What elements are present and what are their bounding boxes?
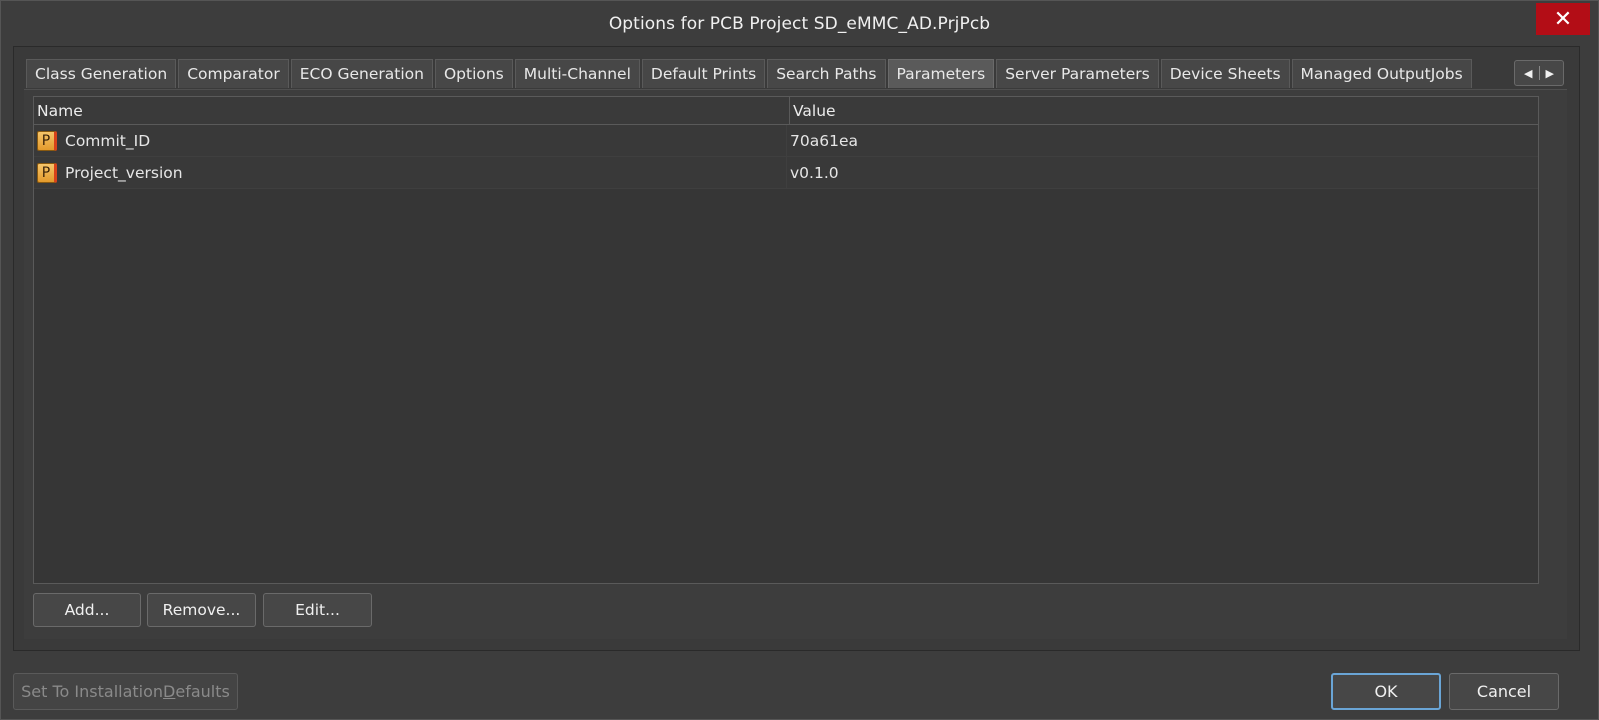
tab-strip: Class Generation Comparator ECO Generati… (26, 59, 1474, 89)
close-icon: ✕ (1553, 6, 1573, 32)
cancel-button[interactable]: Cancel (1449, 673, 1559, 710)
parameter-name: Project_version (65, 163, 183, 182)
tab-class-generation[interactable]: Class Generation (26, 59, 177, 88)
parameter-value: v0.1.0 (790, 163, 839, 182)
options-dialog: Options for PCB Project SD_eMMC_AD.PrjPc… (0, 0, 1599, 720)
title-bar: Options for PCB Project SD_eMMC_AD.PrjPc… (1, 1, 1598, 47)
ok-button[interactable]: OK (1331, 673, 1441, 710)
parameter-icon: P (37, 162, 57, 183)
table-row[interactable]: P Project_version v0.1.0 (34, 157, 1538, 189)
tab-managed-outputjobs[interactable]: Managed OutputJobs (1291, 59, 1472, 88)
set-installation-defaults-button[interactable]: Set To Installation Defaults (13, 673, 238, 710)
name-cell: P Project_version (34, 157, 787, 188)
parameters-grid: Name Value P Commit_ID 70a61ea P Project… (33, 96, 1539, 584)
tab-comparator[interactable]: Comparator (178, 59, 289, 88)
column-header-name[interactable]: Name (34, 97, 790, 124)
edit-button[interactable]: Edit... (263, 593, 372, 627)
parameter-name: Commit_ID (65, 131, 151, 150)
name-cell: P Commit_ID (34, 125, 787, 156)
defaults-label-prefix: Set To Installation (21, 682, 164, 701)
grid-header: Name Value (34, 97, 1538, 125)
parameter-value: 70a61ea (790, 131, 858, 150)
tab-parameters[interactable]: Parameters (887, 59, 995, 88)
tab-eco-generation[interactable]: ECO Generation (290, 59, 433, 88)
tab-search-paths[interactable]: Search Paths (767, 59, 886, 88)
tab-device-sheets[interactable]: Device Sheets (1160, 59, 1290, 88)
scroll-right-icon[interactable]: ▶ (1542, 67, 1558, 80)
defaults-label-suffix: efaults (175, 682, 230, 701)
table-row[interactable]: P Commit_ID 70a61ea (34, 125, 1538, 157)
defaults-label-mnemonic: D (163, 682, 176, 701)
tab-scroll-buttons: ◀ ▶ (1514, 60, 1564, 86)
tab-default-prints[interactable]: Default Prints (641, 59, 766, 88)
remove-button[interactable]: Remove... (147, 593, 256, 627)
add-button[interactable]: Add... (33, 593, 141, 627)
tab-multi-channel[interactable]: Multi-Channel (514, 59, 640, 88)
dialog-title: Options for PCB Project SD_eMMC_AD.PrjPc… (608, 14, 991, 34)
tab-server-parameters[interactable]: Server Parameters (996, 59, 1159, 88)
divider (1538, 66, 1540, 80)
scroll-left-icon[interactable]: ◀ (1520, 67, 1536, 80)
content-area: Class Generation Comparator ECO Generati… (13, 46, 1580, 651)
tab-options[interactable]: Options (434, 59, 513, 88)
parameter-icon: P (37, 130, 57, 151)
parameters-panel: Name Value P Commit_ID 70a61ea P Project… (24, 89, 1567, 639)
close-button[interactable]: ✕ (1536, 3, 1590, 35)
column-header-value[interactable]: Value (790, 97, 1538, 124)
